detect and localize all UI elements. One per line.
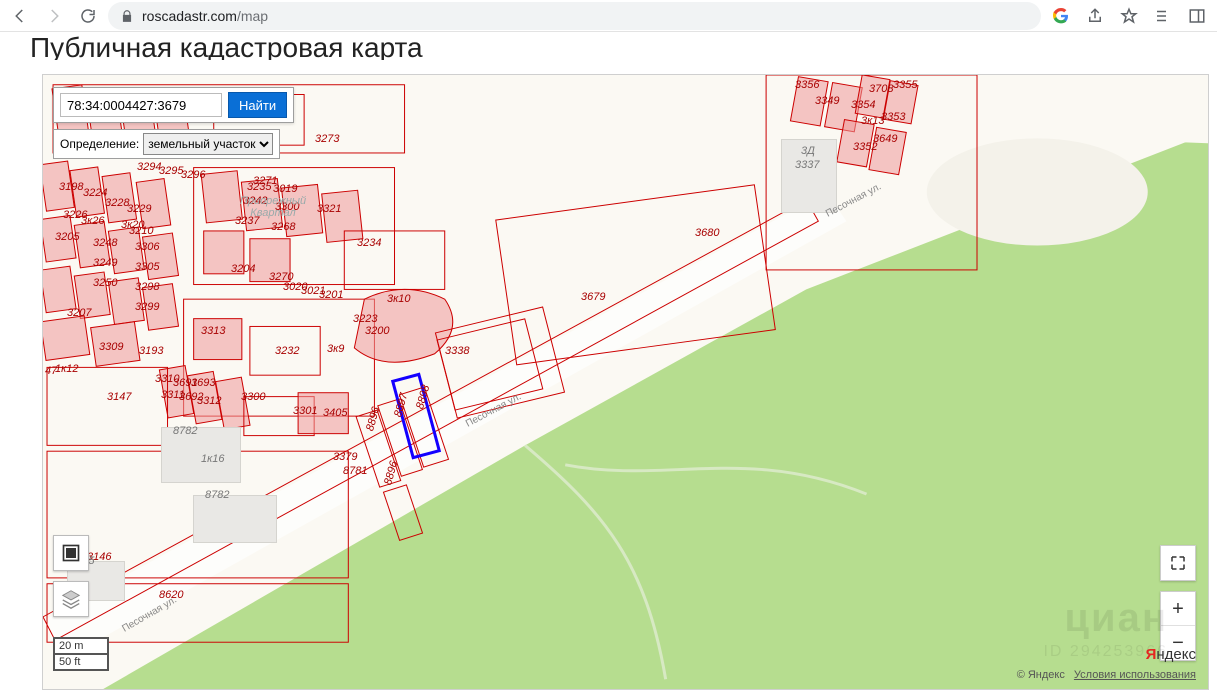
scale-feet: 50 ft <box>55 653 107 669</box>
building <box>193 495 277 543</box>
reload-icon <box>79 7 97 25</box>
map-viewport[interactable]: 3273 3235 3294 3295 3296 3198 3224 3228 … <box>42 74 1209 690</box>
back-button[interactable] <box>6 2 34 30</box>
reading-list-icon[interactable] <box>1149 2 1177 30</box>
definition-row: Определение: земельный участок <box>53 129 280 159</box>
layers-icon <box>60 588 82 610</box>
bookmark-icon[interactable] <box>1115 2 1143 30</box>
building <box>781 139 837 213</box>
arrow-right-icon <box>45 7 63 25</box>
fullscreen-icon <box>1169 554 1187 572</box>
terms-link[interactable]: Условия использования <box>1074 669 1196 681</box>
lock-icon <box>120 9 134 23</box>
browser-toolbar: roscadastr.com/map <box>0 0 1217 32</box>
map-attribution: © Яндекс Условия использования <box>1017 669 1196 681</box>
copyright-text: © Яндекс <box>1017 669 1065 681</box>
page-title: Публичная кадастровая карта <box>0 32 1217 60</box>
find-button[interactable]: Найти <box>228 92 287 118</box>
address-bar[interactable]: roscadastr.com/map <box>108 2 1041 30</box>
cadastral-search-input[interactable] <box>60 93 222 117</box>
reload-button[interactable] <box>74 2 102 30</box>
layers-button[interactable] <box>53 581 89 617</box>
cadastral-overlay <box>43 75 1208 689</box>
yandex-logo[interactable]: ЯЯндексндекс <box>1146 646 1196 663</box>
search-panel: Найти <box>53 87 294 123</box>
arrow-left-icon <box>11 7 29 25</box>
definition-label: Определение: <box>60 137 139 151</box>
url-text: roscadastr.com/map <box>142 8 268 24</box>
side-panel-icon[interactable] <box>1183 2 1211 30</box>
ruler-icon <box>61 543 81 563</box>
forward-button[interactable] <box>40 2 68 30</box>
google-shortcut-icon[interactable] <box>1047 2 1075 30</box>
scale-bar: 20 m 50 ft <box>53 637 109 671</box>
definition-select[interactable]: земельный участок <box>143 133 273 155</box>
zoom-in-button[interactable]: + <box>1161 592 1195 626</box>
page-body: Публичная кадастровая карта <box>0 32 1217 698</box>
scale-meters: 20 m <box>55 637 107 653</box>
building <box>161 427 241 483</box>
share-icon[interactable] <box>1081 2 1109 30</box>
measure-tool-button[interactable] <box>53 535 89 571</box>
fullscreen-button[interactable] <box>1160 545 1196 581</box>
